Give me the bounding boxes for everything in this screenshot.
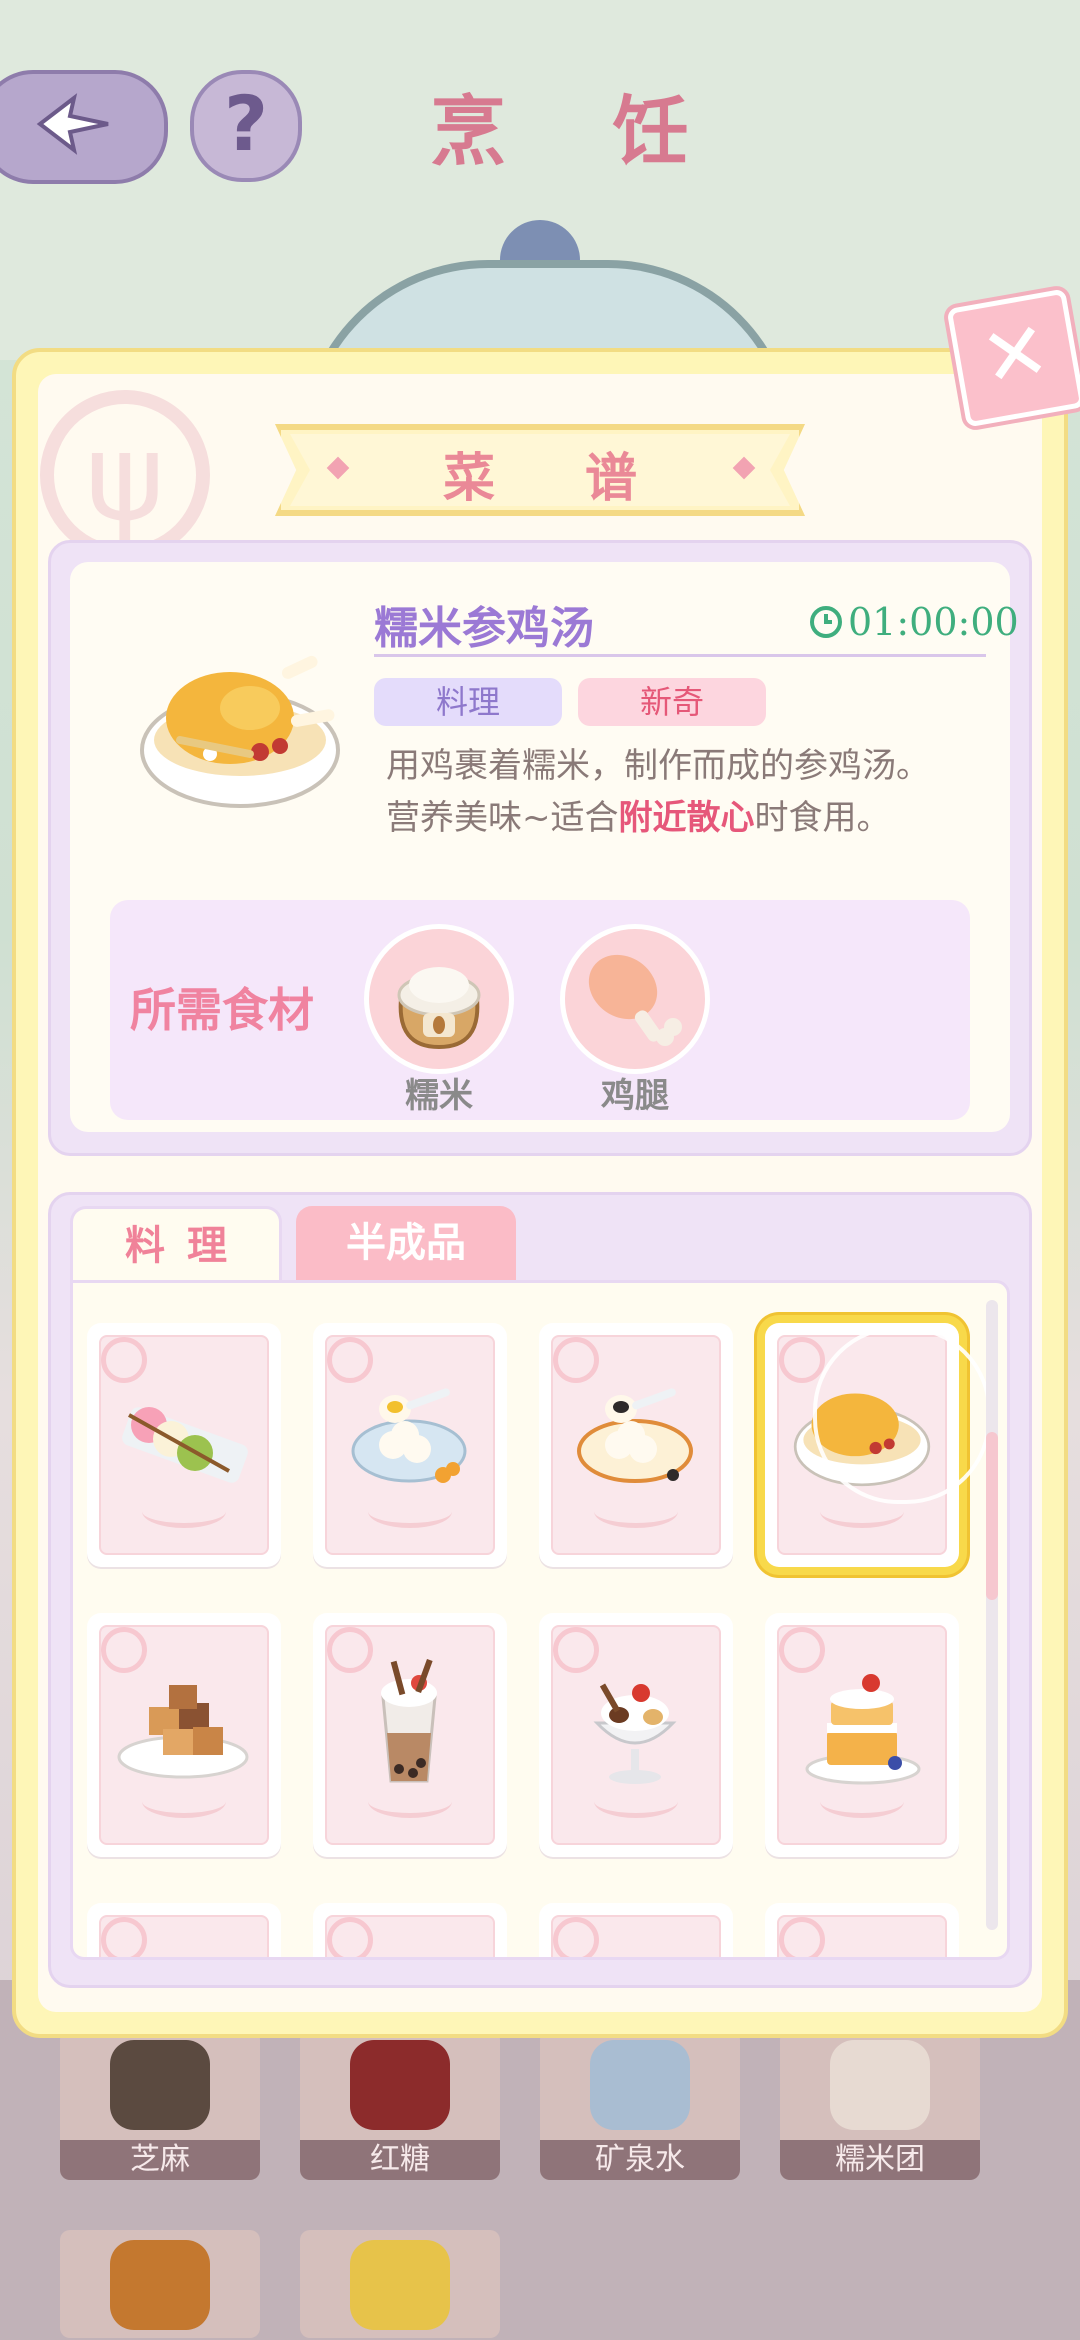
- ingredient-rice[interactable]: [364, 924, 514, 1074]
- sundae-icon: [593, 1683, 677, 1784]
- recipe-card[interactable]: [87, 1903, 281, 1957]
- tag-novel: 新奇: [578, 678, 766, 726]
- tab-semi-finished[interactable]: 半成品: [296, 1206, 516, 1280]
- tag-category: 料理: [374, 678, 562, 726]
- bg-ingredient-label: 矿泉水: [540, 2140, 740, 2180]
- ingredient-chicken-leg[interactable]: [560, 924, 710, 1074]
- rice-ball-icon: [830, 2040, 930, 2130]
- recipe-card[interactable]: [539, 1323, 733, 1567]
- clock-icon: [810, 606, 842, 638]
- scrollbar-thumb[interactable]: [986, 1432, 998, 1600]
- tangyuan-icon: [351, 1388, 467, 1483]
- name-underline: [374, 654, 986, 657]
- lemon-icon: [350, 2240, 450, 2330]
- dialog-title: 菜 谱: [442, 448, 674, 509]
- ginseng-chicken-soup-icon: [140, 655, 340, 808]
- recipe-card[interactable]: [313, 1903, 507, 1957]
- description-text: 时食用。: [754, 798, 891, 838]
- scrollbar-track[interactable]: [986, 1300, 998, 1930]
- recipe-timer: 01:00:00: [808, 600, 1019, 644]
- close-icon: ✕: [974, 302, 1057, 407]
- selection-ring: [813, 1326, 991, 1504]
- fork-badge-icon: [779, 1917, 825, 1957]
- description-highlight: 附近散心: [618, 798, 755, 838]
- dango-icon: [122, 1407, 248, 1483]
- ingredients-label: 所需食材: [130, 983, 314, 1037]
- ingredient-name: 鸡腿: [601, 1076, 669, 1116]
- bubble-tea-icon: [381, 1658, 437, 1783]
- fork-watermark-icon: ψ: [40, 390, 210, 560]
- recipe-card[interactable]: [313, 1613, 507, 1857]
- back-arrow-icon: [36, 93, 109, 155]
- fork-badge-icon: [327, 1917, 373, 1957]
- tab-dishes[interactable]: 料理: [70, 1206, 282, 1286]
- recipe-description: 用鸡裹着糯米，制作而成的参鸡汤。 营养美味~适合附近散心时食用。: [386, 740, 930, 844]
- bg-ingredient-card: 红糖: [300, 2030, 500, 2180]
- brown-sugar-icon: [350, 2040, 450, 2130]
- fork-badge-icon: [101, 1917, 147, 1957]
- description-line-1: 用鸡裹着糯米，制作而成的参鸡汤。: [386, 746, 930, 786]
- recipe-card[interactable]: [87, 1323, 281, 1567]
- strawberry-cake-icon: [805, 1674, 921, 1785]
- recipe-card[interactable]: [765, 1903, 959, 1957]
- bg-ingredient-card: [60, 2230, 260, 2338]
- description-line-2: 营养美味~适合附近散心时食用。: [386, 792, 930, 844]
- recipe-card[interactable]: [765, 1613, 959, 1857]
- water-bottle-icon: [590, 2040, 690, 2130]
- toast-cubes-icon: [117, 1685, 249, 1779]
- bg-ingredient-card: [300, 2230, 500, 2338]
- bg-ingredient-label: 红糖: [300, 2140, 500, 2180]
- bg-ingredient-label: 糯米团: [780, 2140, 980, 2180]
- sesame-tangyuan-icon: [577, 1388, 693, 1483]
- fork-badge-icon: [553, 1917, 599, 1957]
- page-title: 烹 饪: [430, 87, 729, 176]
- donut-icon: [110, 2240, 210, 2330]
- bg-ingredient-card: 矿泉水: [540, 2030, 740, 2180]
- timer-text: 01:00:00: [848, 600, 1019, 644]
- recipe-card[interactable]: [539, 1903, 733, 1957]
- back-button[interactable]: [0, 70, 168, 184]
- bg-ingredient-label: 芝麻: [60, 2140, 260, 2180]
- bg-ingredient-card: 芝麻: [60, 2030, 260, 2180]
- bg-ingredient-card: 糯米团: [780, 2030, 980, 2180]
- recipe-name: 糯米参鸡汤: [374, 603, 594, 654]
- description-text: 营养美味~适合: [386, 798, 619, 838]
- recipe-card[interactable]: [87, 1613, 281, 1857]
- recipe-card[interactable]: [539, 1613, 733, 1857]
- close-button[interactable]: ✕: [946, 288, 1080, 428]
- ingredient-name: 糯米: [405, 1076, 473, 1116]
- rice-sack-icon: [397, 967, 481, 1050]
- help-button[interactable]: ?: [190, 70, 302, 182]
- recipe-card[interactable]: [313, 1323, 507, 1567]
- chicken-leg-icon: [588, 954, 682, 1046]
- sesame-jar-icon: [110, 2040, 210, 2130]
